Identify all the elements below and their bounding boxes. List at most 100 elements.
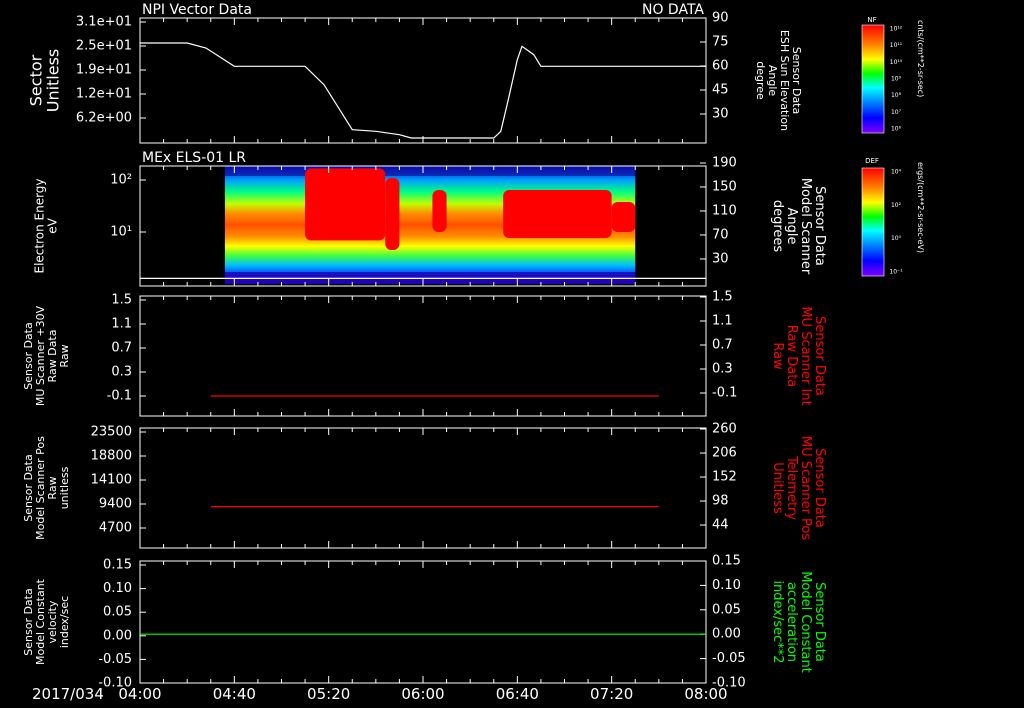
npi-colorbar: NF 10¹² 10¹¹ 10¹⁰ 10⁹ 10⁸ 10⁷ 10⁶ cnts/(cm**2-… <box>861 16 925 134</box>
els-colorbar-scale <box>861 167 885 277</box>
right-tick-label: 90 <box>712 11 729 26</box>
left-tick-label: 6.2e+00 <box>76 111 132 126</box>
left-tick-label: 18800 <box>91 449 132 464</box>
left-tick-label: 0.3 <box>111 365 132 380</box>
right-axis-label: Sensor Data <box>812 582 827 662</box>
left-tick-label: 10² <box>110 173 132 188</box>
time-tick-label: 06:40 <box>496 685 539 703</box>
right-tick-label: 70 <box>712 228 729 243</box>
panel-frame <box>139 560 707 684</box>
colorbar-tick-label: 10⁻¹ <box>889 269 903 276</box>
colorbar-tick-label: 10⁸ <box>891 92 902 99</box>
colorbar-tick-label: 10⁰ <box>891 235 902 242</box>
spectrogram-high-flux-0 <box>305 168 386 241</box>
right-tick-label: 45 <box>712 83 729 98</box>
spectrogram-top-noise <box>224 166 636 176</box>
right-axis-label: Model Constant <box>798 571 813 673</box>
right-axis-label: Model Scanner <box>798 178 813 275</box>
panel-mu30: 1.5 1.1 0.7 0.3 -0.1 1.5 1.1 0.7 0.3 -0.1 Sensor D… <box>22 290 827 417</box>
npi-colorbar-title: NF <box>867 16 876 24</box>
right-axis-label: acceleration <box>784 582 799 662</box>
panel-frame <box>139 427 707 549</box>
left-tick-label: 14100 <box>91 473 132 488</box>
panel-title: NPI Vector Data <box>142 2 252 18</box>
left-axis-label: Unitless <box>44 49 63 113</box>
left-axis-label: Raw <box>58 344 71 367</box>
right-axis-label: Raw <box>770 342 785 370</box>
left-axis-label: unitless <box>58 466 71 509</box>
left-tick-label: 0.05 <box>103 605 132 620</box>
colorbar-tick-label: 10² <box>891 202 902 209</box>
els-colorbar: DEF 10⁴ 10² 10⁰ 10⁻¹ ergs/(cm**2-sr-sec-eV) <box>861 157 925 277</box>
panel-frame <box>139 295 707 417</box>
colorbar-tick-label: 10¹⁰ <box>890 59 903 66</box>
left-tick-label: 0.00 <box>103 628 132 643</box>
left-tick-label: 1.1 <box>111 317 132 332</box>
date-label: 2017/034 <box>32 685 104 703</box>
right-tick-label: 0.00 <box>712 627 741 642</box>
right-axis-label: MU Scanner Int <box>798 306 813 405</box>
spectrogram-high-flux-3 <box>503 190 612 238</box>
spectrogram-high-flux-4 <box>611 202 636 232</box>
left-tick-label: 10¹ <box>110 225 132 240</box>
right-tick-label: 0.05 <box>712 602 741 617</box>
left-axis-label: eV <box>46 217 60 233</box>
npi-colorbar-label: cnts/(cm**2-sr-sec) <box>916 20 925 97</box>
left-tick-label: 2.5e+01 <box>76 39 132 54</box>
colorbar-tick-label: 10⁶ <box>891 126 902 133</box>
left-axis-label: index/sec <box>58 596 71 648</box>
chart-canvas: 3.1e+01 2.5e+01 1.9e+01 1.2e+01 6.2e+00 90 75 6… <box>22 2 925 703</box>
spectrogram-high-flux-2 <box>432 190 447 232</box>
right-axis-label: Unitless <box>770 462 785 514</box>
right-tick-label: 0.3 <box>712 362 733 377</box>
left-tick-label: -0.05 <box>98 652 132 667</box>
colorbar-tick-label: 10¹² <box>890 26 903 33</box>
left-tick-label: 9400 <box>99 497 132 512</box>
left-tick-label: -0.1 <box>107 389 132 404</box>
time-tick-label: 07:20 <box>590 685 633 703</box>
left-tick-label: 0.10 <box>103 581 132 596</box>
right-tick-label: 44 <box>712 518 729 533</box>
right-tick-label: 75 <box>712 35 729 50</box>
right-axis-label: Angle <box>784 208 799 245</box>
left-tick-label: 3.1e+01 <box>76 15 132 30</box>
right-axis-label: MU Scanner Pos <box>798 436 813 541</box>
right-axis-label: Sensor Data <box>812 186 827 266</box>
right-axis-label: Raw Data <box>784 325 799 388</box>
left-tick-label: 23500 <box>91 425 132 440</box>
right-axis-label: degree <box>754 61 767 100</box>
time-tick-label: 05:20 <box>307 685 350 703</box>
left-tick-label: 1.2e+01 <box>76 87 132 102</box>
right-axis-label: Sensor Data <box>812 316 827 396</box>
left-tick-label: 4700 <box>99 521 132 536</box>
time-tick-label: 04:00 <box>118 685 161 703</box>
panel-title-right: NO DATA <box>642 2 704 18</box>
right-tick-label: 1.5 <box>712 290 733 305</box>
right-tick-label: -0.05 <box>712 651 746 666</box>
els-spectrogram <box>224 166 636 284</box>
colorbar-tick-label: 10⁷ <box>891 109 902 116</box>
right-tick-label: 60 <box>712 59 729 74</box>
els-colorbar-title: DEF <box>865 157 879 165</box>
left-axis-label: Electron Energy <box>33 178 47 273</box>
colorbar-tick-label: 10⁴ <box>891 169 902 176</box>
right-tick-label: 150 <box>712 180 737 195</box>
right-tick-label: 260 <box>712 422 737 437</box>
right-axis-label: Telemetry <box>784 455 799 520</box>
right-axis-label: degrees <box>770 200 785 253</box>
right-tick-label: 0.7 <box>712 338 733 353</box>
right-tick-label: 0.10 <box>712 578 741 593</box>
els-colorbar-label: ergs/(cm**2-sr-sec-eV) <box>916 162 925 253</box>
time-tick-label: 04:40 <box>213 685 256 703</box>
series-line-npi <box>140 42 706 139</box>
panel-pos: 23500 18800 14100 9400 4700 260 206 152 98 44 Sens… <box>22 422 827 549</box>
right-axis-label: Sensor Data <box>812 448 827 528</box>
right-axis-label: index/sec**2 <box>770 580 785 663</box>
panel-title: MEx ELS-01 LR <box>142 150 246 166</box>
right-tick-label: 152 <box>712 470 737 485</box>
right-tick-label: 30 <box>712 252 729 267</box>
right-tick-label: 98 <box>712 494 729 509</box>
left-tick-label: 1.5 <box>111 293 132 308</box>
right-tick-label: 0.15 <box>712 554 741 569</box>
colorbar-tick-label: 10⁹ <box>891 76 902 83</box>
